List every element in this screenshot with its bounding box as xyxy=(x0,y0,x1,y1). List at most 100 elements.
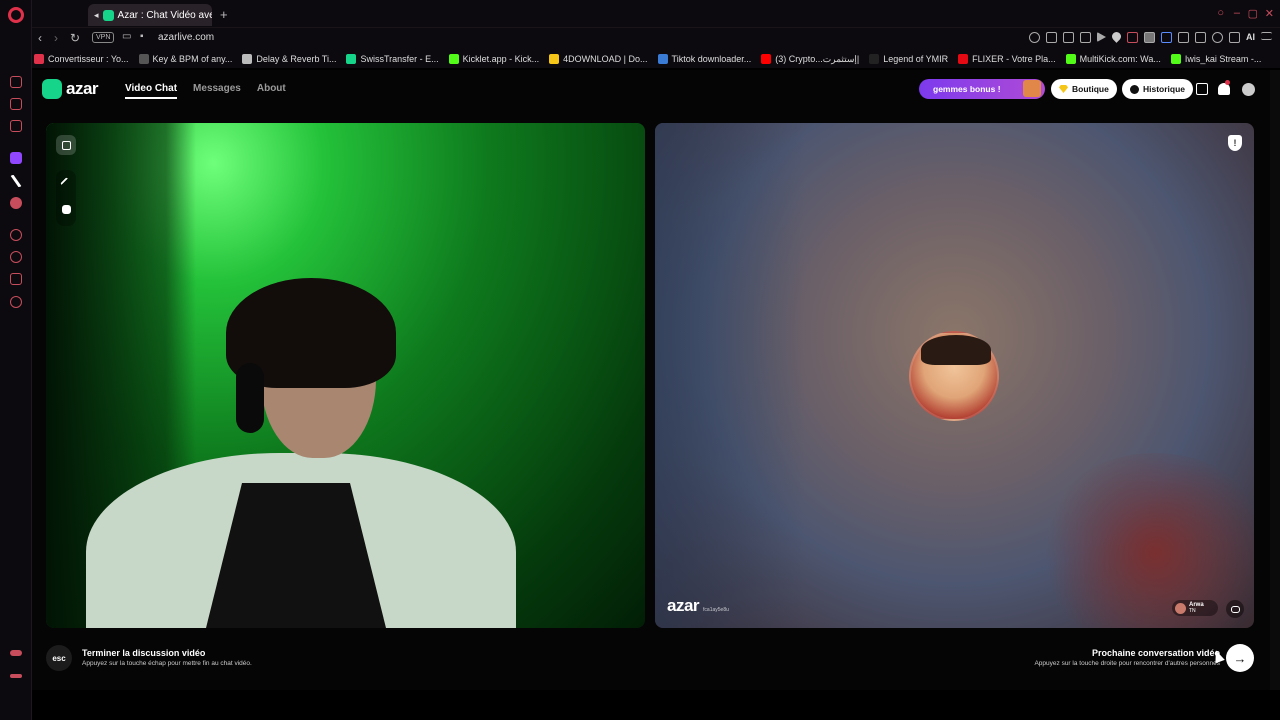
blur-highlight xyxy=(1035,453,1254,628)
sidebar-player-icon[interactable] xyxy=(10,229,22,241)
bookmark-favicon-icon xyxy=(549,54,560,64)
shield-ext-icon[interactable] xyxy=(1144,32,1155,43)
bonus-gems-button[interactable]: gemmes bonus ! xyxy=(919,79,1045,99)
bookmark-label: SwissTransfer - E... xyxy=(360,54,439,64)
shield-mark: ! xyxy=(1233,137,1237,148)
sidebar-settings-icon[interactable] xyxy=(10,296,22,308)
url-field[interactable]: azarlive.com xyxy=(158,32,214,43)
bookmarks-bar: Convertisseur : Yo... Key & BPM of any...… xyxy=(32,50,1280,68)
minimize-icon[interactable]: – xyxy=(1234,7,1240,19)
bookmark-item[interactable]: Tiktok downloader... xyxy=(657,54,752,64)
close-window-icon[interactable]: ✕ xyxy=(1265,7,1274,20)
nav-video-chat[interactable]: Video Chat xyxy=(125,83,178,99)
azar-logo[interactable]: azar xyxy=(42,79,99,99)
bookmark-item[interactable]: (3) Crypto...إستثمرت| xyxy=(761,54,859,65)
download-icon[interactable] xyxy=(1229,32,1240,43)
notification-badge: 3 xyxy=(1225,80,1230,85)
back-icon[interactable]: ‹ xyxy=(38,31,42,45)
user-avatar-icon[interactable] xyxy=(1242,83,1255,96)
bookmark-item[interactable]: Delay & Reverb Ti... xyxy=(242,54,336,64)
shop-button[interactable]: Boutique xyxy=(1051,79,1117,99)
speaker-icon[interactable]: ◂ xyxy=(94,10,99,20)
headset xyxy=(236,363,264,433)
sidebar-messenger-icon[interactable] xyxy=(10,98,22,110)
sidebar-extensions-icon[interactable] xyxy=(10,273,22,285)
bookmark-favicon-icon xyxy=(138,54,149,64)
bookmark-item[interactable]: Legend of YMIR xyxy=(869,54,948,64)
history-button[interactable]: Historique xyxy=(1122,79,1194,99)
blur-shadow xyxy=(655,123,805,628)
sound-ext-icon[interactable] xyxy=(1161,32,1172,43)
opera-logo-icon[interactable] xyxy=(8,7,24,23)
nav-messages[interactable]: Messages xyxy=(193,83,241,99)
sidebar-instagram-icon[interactable] xyxy=(10,120,22,132)
remote-video: ! azar fca1ay5e8u Arwa TN xyxy=(655,123,1254,628)
bookmark-item[interactable]: Iwis_kai Stream -... xyxy=(1170,54,1262,64)
profile-icon[interactable] xyxy=(1212,32,1223,43)
sidebar-twitch-icon[interactable] xyxy=(10,152,22,164)
peer-info-chip[interactable]: Arwa TN xyxy=(1172,600,1218,616)
report-shield-icon[interactable]: ! xyxy=(1228,135,1242,151)
sidebar-more-icon[interactable] xyxy=(10,674,22,678)
heart-icon[interactable] xyxy=(1110,30,1123,43)
bookmark-favicon-icon xyxy=(346,54,357,64)
bookmark-label: FLIXER - Votre Pla... xyxy=(972,54,1056,64)
camera-icon[interactable]: ▭ xyxy=(122,31,131,42)
clock-icon xyxy=(1130,84,1139,94)
bookmark-label: Iwis_kai Stream -... xyxy=(1184,54,1262,64)
maximize-icon[interactable]: ▢ xyxy=(1248,7,1258,20)
reload-icon[interactable]: ↻ xyxy=(70,31,80,45)
forward-icon[interactable]: › xyxy=(54,31,58,45)
bookmark-item[interactable]: Key & BPM of any... xyxy=(138,54,233,64)
wand-glyph xyxy=(59,176,73,190)
tab-azar[interactable]: ◂ Azar : Chat Vidéo avec xyxy=(88,4,212,26)
watermark-id: fca1ay5e8u xyxy=(703,607,729,613)
sidebar-gx-icon[interactable] xyxy=(10,650,22,656)
bookmark-item[interactable]: Kicklet.app - Kick... xyxy=(448,54,540,64)
ai-button[interactable]: AI xyxy=(1246,32,1255,43)
bookmark-label: Key & BPM of any... xyxy=(152,54,233,64)
azar-page: azar Video Chat Messages About gemmes bo… xyxy=(32,70,1270,690)
magic-wand-icon[interactable] xyxy=(56,173,76,193)
zoom-out-icon[interactable] xyxy=(1029,32,1040,43)
sidebar-vk-icon[interactable] xyxy=(10,197,22,209)
chat-bubble-icon[interactable] xyxy=(1226,600,1244,618)
expand-icon[interactable] xyxy=(56,135,76,155)
search-tabs-icon[interactable]: ○ xyxy=(1217,7,1224,19)
lock-icon[interactable]: ▪ xyxy=(140,31,144,42)
end-chat-button[interactable]: esc xyxy=(46,645,72,671)
adblock-icon[interactable] xyxy=(1080,32,1091,43)
bookmark-label: Tiktok downloader... xyxy=(671,54,752,64)
peer-small-avatar xyxy=(1175,602,1186,614)
bookmark-item[interactable]: Convertisseur : Yo... xyxy=(34,54,129,64)
sidebar-x-icon[interactable] xyxy=(10,175,22,187)
peer-country: TN xyxy=(1189,608,1196,614)
puzzle-icon[interactable] xyxy=(1178,32,1189,43)
bookmark-item[interactable]: 4DOWNLOAD | Do... xyxy=(549,54,648,64)
next-chat-title: Prochaine conversation vidéo xyxy=(1091,648,1220,658)
new-tab-button[interactable]: + xyxy=(220,7,228,22)
play-icon[interactable] xyxy=(1097,32,1106,42)
bonus-label: gemmes bonus ! xyxy=(933,84,1001,94)
menu-icon[interactable] xyxy=(1261,32,1272,40)
treasure-chest-icon xyxy=(1023,80,1041,97)
vpn-badge[interactable]: VPN xyxy=(92,32,115,43)
nav-about[interactable]: About xyxy=(257,83,286,99)
wallet-icon[interactable] xyxy=(1195,32,1206,43)
extension-toolbar: AI xyxy=(1029,30,1272,43)
bookmark-item[interactable]: FLIXER - Votre Pla... xyxy=(958,54,1056,64)
next-chat-button[interactable]: → xyxy=(1226,644,1254,672)
shop-label: Boutique xyxy=(1072,84,1109,94)
page-scrollbar[interactable] xyxy=(1270,70,1280,690)
bookmark-item[interactable]: SwissTransfer - E... xyxy=(346,54,439,64)
bookmark-favicon-icon xyxy=(242,54,253,64)
logo-text: azar xyxy=(66,79,99,98)
face-filter-icon[interactable] xyxy=(56,199,76,219)
bookmark-label: Kicklet.app - Kick... xyxy=(462,54,540,64)
inbox-icon[interactable] xyxy=(1196,83,1208,95)
snapshot-icon[interactable] xyxy=(1063,32,1074,43)
sidebar-shop-icon[interactable] xyxy=(10,76,22,88)
pin-icon[interactable] xyxy=(1046,32,1057,43)
sidebar-history-icon[interactable] xyxy=(10,251,22,263)
bookmark-item[interactable]: MultiKick.com: Wa... xyxy=(1065,54,1161,64)
